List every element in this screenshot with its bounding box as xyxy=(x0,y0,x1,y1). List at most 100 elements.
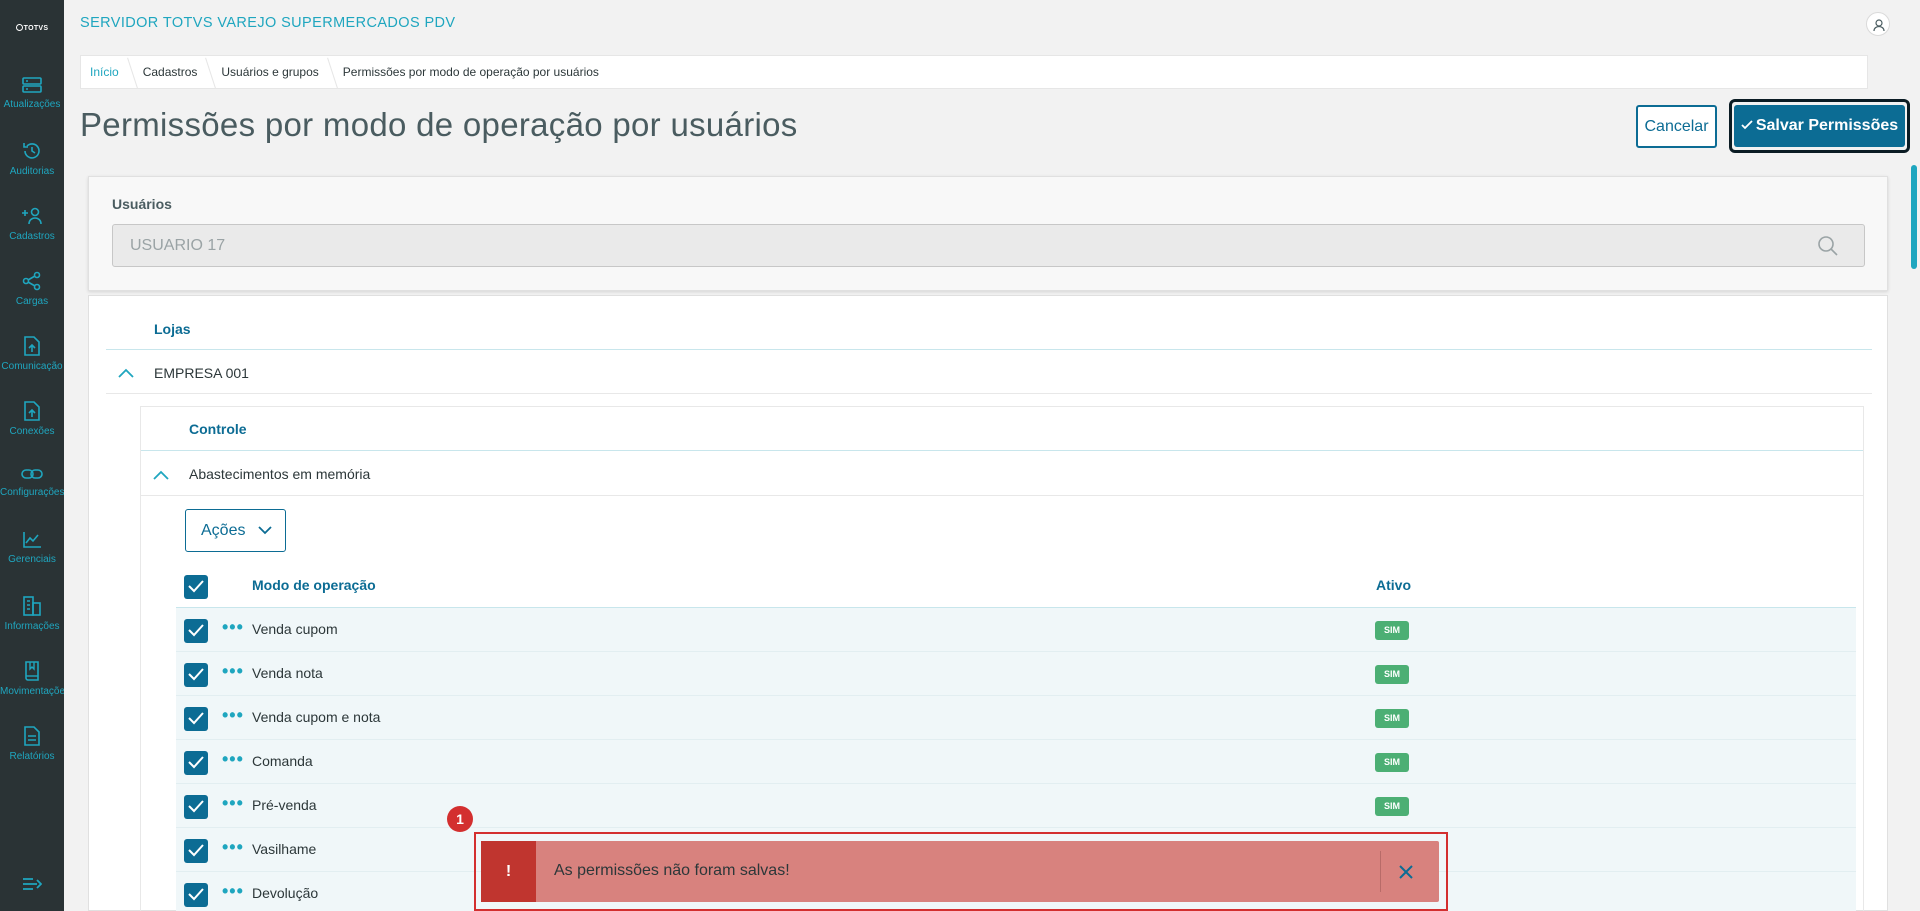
document-icon xyxy=(24,726,40,746)
table-row[interactable]: ••• Venda cupom SIM xyxy=(176,608,1856,652)
close-icon xyxy=(1399,865,1413,879)
table-header: Modo de operação Ativo xyxy=(176,564,1856,608)
active-badge: SIM xyxy=(1375,753,1409,772)
stores-header-label: Lojas xyxy=(154,320,191,337)
users-card: Usuários USUARIO 17 xyxy=(88,176,1888,291)
row-checkbox[interactable] xyxy=(184,619,208,643)
breadcrumb-inicio[interactable]: Início xyxy=(90,65,133,79)
control-item-row[interactable]: Abastecimentos em memória xyxy=(141,452,1863,496)
more-options-icon[interactable]: ••• xyxy=(222,882,244,900)
select-all-checkbox[interactable] xyxy=(184,575,208,599)
app-title: SERVIDOR TOTVS VAREJO SUPERMERCADOS PDV xyxy=(80,15,456,31)
close-toast-button[interactable] xyxy=(1389,855,1423,889)
breadcrumb-cadastros[interactable]: Cadastros xyxy=(143,65,212,79)
sidebar-item-cargas[interactable]: Cargas xyxy=(0,271,64,331)
breadcrumb-current: Permissões por modo de operação por usuá… xyxy=(342,65,599,79)
error-icon: ! xyxy=(481,841,536,902)
row-checkbox[interactable] xyxy=(184,883,208,907)
table-row[interactable]: ••• Venda nota SIM xyxy=(176,652,1856,696)
control-header: Controle xyxy=(141,407,1863,451)
more-options-icon[interactable]: ••• xyxy=(222,706,244,724)
sidebar-item-label: Cadastros xyxy=(9,231,55,242)
mode-cell: Venda cupom e nota xyxy=(252,709,381,725)
sidebar-item-relatorios[interactable]: Relatórios xyxy=(0,726,64,786)
breadcrumb-usuarios-grupos[interactable]: Usuários e grupos xyxy=(221,65,332,79)
totvs-logo: TOTVS xyxy=(0,24,64,32)
save-permissions-button[interactable]: Salvar Permissões xyxy=(1734,105,1905,147)
mode-cell: Pré-venda xyxy=(252,797,317,813)
sidebar-item-cadastros[interactable]: Cadastros xyxy=(0,206,64,266)
mode-cell: Vasilhame xyxy=(252,841,317,857)
more-options-icon[interactable]: ••• xyxy=(222,794,244,812)
building-icon xyxy=(23,596,41,616)
row-checkbox[interactable] xyxy=(184,707,208,731)
mode-cell: Venda nota xyxy=(252,665,323,681)
table-row[interactable]: ••• Venda cupom e nota SIM xyxy=(176,696,1856,740)
row-checkbox[interactable] xyxy=(184,751,208,775)
sidebar-item-label: Movimentações xyxy=(0,686,64,697)
collapse-menu-icon[interactable] xyxy=(22,876,43,897)
book-icon xyxy=(25,661,39,681)
sidebar-item-movimentacoes[interactable]: Movimentações xyxy=(0,661,64,721)
company-row[interactable]: EMPRESA 001 xyxy=(106,351,1872,394)
check-icon xyxy=(1741,120,1753,130)
active-badge: SIM xyxy=(1375,621,1409,640)
page-title: Permissões por modo de operação por usuá… xyxy=(80,106,798,143)
mode-cell: Comanda xyxy=(252,753,313,769)
row-checkbox[interactable] xyxy=(184,839,208,863)
control-header-label: Controle xyxy=(189,420,247,437)
chevron-up-icon[interactable] xyxy=(153,467,169,485)
chart-icon xyxy=(23,532,41,548)
save-button-focus-ring: Salvar Permissões xyxy=(1729,99,1910,153)
sidebar-item-configuracoes[interactable]: Configurações xyxy=(0,466,64,526)
search-icon[interactable] xyxy=(1817,235,1839,262)
sidebar-item-informacoes[interactable]: Informações xyxy=(0,596,64,656)
more-options-icon[interactable]: ••• xyxy=(222,618,244,636)
annotation-marker: 1 xyxy=(447,806,473,832)
column-header-active[interactable]: Ativo xyxy=(1376,577,1411,593)
users-input[interactable]: USUARIO 17 xyxy=(112,224,1865,267)
sidebar-item-label: Relatórios xyxy=(9,751,55,762)
sidebar-item-label: Auditorias xyxy=(9,166,55,177)
chevron-down-icon xyxy=(258,526,272,535)
user-avatar-icon[interactable] xyxy=(1866,12,1890,36)
active-badge: SIM xyxy=(1375,797,1409,816)
column-header-mode[interactable]: Modo de operação xyxy=(252,577,376,593)
row-checkbox[interactable] xyxy=(184,795,208,819)
scrollbar-thumb[interactable] xyxy=(1911,165,1917,269)
active-badge: SIM xyxy=(1375,709,1409,728)
sidebar-item-label: Comunicação xyxy=(1,361,63,372)
company-name: EMPRESA 001 xyxy=(154,365,249,381)
upload-file-icon xyxy=(24,336,40,356)
cancel-button[interactable]: Cancelar xyxy=(1636,105,1717,148)
sidebar-item-atualizacoes[interactable]: Atualizações xyxy=(0,76,64,136)
control-item-label: Abastecimentos em memória xyxy=(189,465,371,482)
toast-message: As permissões não foram salvas! xyxy=(554,862,790,879)
sidebar-item-auditorias[interactable]: Auditorias xyxy=(0,141,64,201)
sidebar: TOTVS Atualizações Auditorias Cadastros … xyxy=(0,0,64,911)
chevron-up-icon[interactable] xyxy=(118,365,134,383)
more-options-icon[interactable]: ••• xyxy=(222,750,244,768)
mode-cell: Venda cupom xyxy=(252,621,338,637)
sidebar-item-label: Configurações xyxy=(0,487,64,498)
sidebar-item-conexoes[interactable]: Conexões xyxy=(0,401,64,461)
users-label: Usuários xyxy=(112,196,172,212)
table-row[interactable]: ••• Comanda SIM xyxy=(176,740,1856,784)
sidebar-item-gerenciais[interactable]: Gerenciais xyxy=(0,531,64,591)
actions-dropdown-button[interactable]: Ações xyxy=(185,509,286,552)
sidebar-item-label: Conexões xyxy=(9,426,55,437)
history-icon xyxy=(23,143,40,159)
more-options-icon[interactable]: ••• xyxy=(222,838,244,856)
table-row[interactable]: ••• Pré-venda SIM xyxy=(176,784,1856,828)
add-user-icon xyxy=(22,207,42,225)
save-button-label: Salvar Permissões xyxy=(1755,117,1899,134)
sidebar-item-label: Gerenciais xyxy=(8,554,56,565)
toast-divider xyxy=(1380,851,1381,892)
permissions-card: Lojas EMPRESA 001 Controle Abastecimento… xyxy=(88,295,1888,911)
sidebar-item-label: Cargas xyxy=(15,296,49,307)
mode-cell: Devolução xyxy=(252,885,319,901)
row-checkbox[interactable] xyxy=(184,663,208,687)
more-options-icon[interactable]: ••• xyxy=(222,662,244,680)
upload-file-icon xyxy=(24,401,40,421)
sidebar-item-comunicacao[interactable]: Comunicação xyxy=(0,336,64,396)
